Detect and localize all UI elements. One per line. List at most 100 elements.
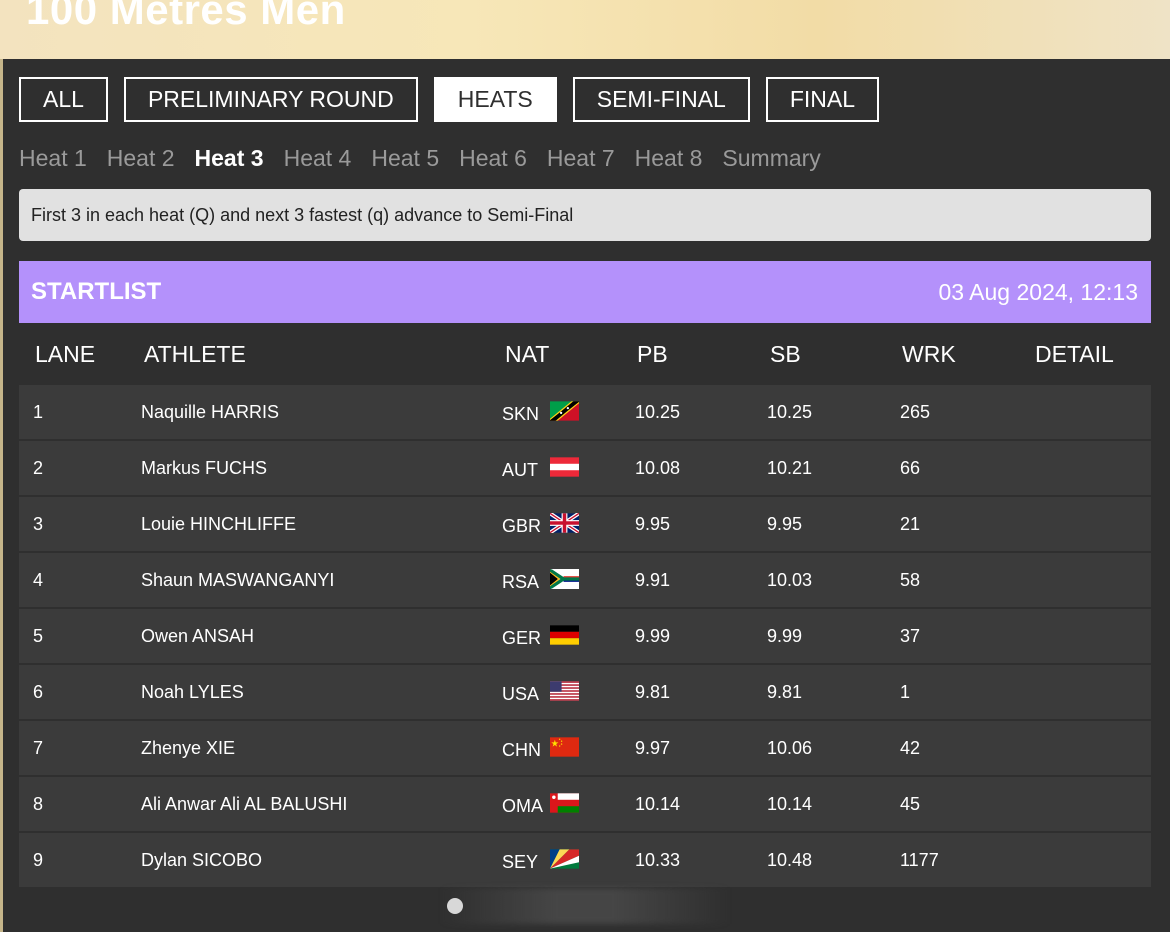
heat-tab-2[interactable]: Heat 2: [107, 141, 175, 175]
wrk-cell: 1: [900, 682, 911, 702]
sey-flag-icon: [550, 849, 579, 869]
heat-tab-summary[interactable]: Summary: [722, 141, 820, 175]
nat-code: AUT: [502, 460, 538, 480]
sb-cell: 9.81: [767, 682, 803, 702]
pb-cell: 9.81: [635, 682, 671, 702]
table-row[interactable]: 8 Ali Anwar Ali AL BALUSHI OMA 10.14 10.…: [19, 777, 1151, 831]
lane-cell: 7: [33, 738, 44, 758]
startlist-label: STARTLIST: [31, 278, 162, 305]
wrk-cell: 58: [900, 570, 921, 590]
ger-flag-icon: [550, 625, 579, 645]
wrk-cell: 265: [900, 402, 931, 422]
sb-cell: 10.21: [767, 458, 813, 478]
usa-flag-icon: [550, 681, 579, 701]
athlete-name[interactable]: Zhenye XIE: [141, 721, 235, 775]
athlete-name[interactable]: Owen ANSAH: [141, 609, 254, 663]
table-row[interactable]: 5 Owen ANSAH GER 9.99 9.99 37: [19, 609, 1151, 663]
pb-cell: 10.25: [635, 402, 681, 422]
lane-cell: 6: [33, 682, 44, 702]
tab-semi-final[interactable]: SEMI-FINAL: [572, 77, 750, 122]
nat-code: SEY: [502, 852, 539, 872]
pb-cell: 10.33: [635, 850, 681, 870]
athlete-name[interactable]: Naquille HARRIS: [141, 385, 279, 439]
column-header-detail: DETAIL: [1035, 341, 1114, 367]
page-header-banner: 100 Metres Men: [0, 0, 1170, 59]
sb-cell: 10.03: [767, 570, 813, 590]
lane-cell: 5: [33, 626, 44, 646]
nat-code: SKN: [502, 404, 540, 424]
sb-cell: 10.06: [767, 738, 813, 758]
nat-code: USA: [502, 684, 540, 704]
nat-code: CHN: [502, 740, 541, 760]
heat-tab-1[interactable]: Heat 1: [19, 141, 87, 175]
heat-tab-6[interactable]: Heat 6: [459, 141, 527, 175]
table-row[interactable]: 4 Shaun MASWANGANYI RSA 9.91 10.03 58: [19, 553, 1151, 607]
qualification-notice: First 3 in each heat (Q) and next 3 fast…: [19, 189, 1151, 241]
startlist-table: 1 Naquille HARRIS SKN 10.25 10.25 265 2 …: [19, 385, 1151, 889]
pb-cell: 9.99: [635, 626, 671, 646]
heat-tab-4[interactable]: Heat 4: [284, 141, 352, 175]
heat-tab-5[interactable]: Heat 5: [371, 141, 439, 175]
lane-cell: 1: [33, 402, 44, 422]
wrk-cell: 1177: [900, 850, 939, 870]
column-header-lane: LANE: [35, 341, 96, 367]
wrk-cell: 42: [900, 738, 921, 758]
table-row[interactable]: 1 Naquille HARRIS SKN 10.25 10.25 265: [19, 385, 1151, 439]
table-row[interactable]: 2 Markus FUCHS AUT 10.08 10.21 66: [19, 441, 1151, 495]
nat-code: GBR: [502, 516, 542, 536]
chn-flag-icon: [550, 737, 579, 757]
pb-cell: 10.08: [635, 458, 681, 478]
lane-cell: 9: [33, 850, 44, 870]
startlist-datetime: 03 Aug 2024, 12:13: [938, 278, 1138, 305]
column-header-sb: SB: [770, 341, 801, 367]
nat-code: RSA: [502, 572, 540, 592]
sb-cell: 9.95: [767, 514, 803, 534]
heat-tab-7[interactable]: Heat 7: [547, 141, 615, 175]
sb-cell: 10.25: [767, 402, 813, 422]
oma-flag-icon: [550, 793, 579, 813]
table-row[interactable]: 6 Noah LYLES USA 9.81 9.81 1: [19, 665, 1151, 719]
page-edge: [0, 59, 3, 932]
pb-cell: 9.91: [635, 570, 671, 590]
tab-all[interactable]: ALL: [19, 77, 108, 122]
athlete-name[interactable]: Louie HINCHLIFFE: [141, 497, 296, 551]
column-header-wrk: WRK: [902, 341, 956, 367]
athlete-name[interactable]: Noah LYLES: [141, 665, 244, 719]
heat-tabs: Heat 1 Heat 2 Heat 3 Heat 4 Heat 5 Heat …: [19, 141, 821, 175]
athlete-name[interactable]: Markus FUCHS: [141, 441, 267, 495]
table-row[interactable]: 3 Louie HINCHLIFFE GBR 9.95 9.95 21: [19, 497, 1151, 551]
nat-code: OMA: [502, 796, 544, 816]
pb-cell: 10.14: [635, 794, 681, 814]
aut-flag-icon: [550, 457, 579, 477]
page-title: 100 Metres Men: [26, 0, 346, 33]
rsa-flag-icon: [550, 569, 579, 589]
column-header-pb: PB: [637, 341, 668, 367]
column-header-nat: NAT: [505, 341, 550, 367]
table-row[interactable]: 7 Zhenye XIE CHN 9.97 10.06 42: [19, 721, 1151, 775]
tab-final[interactable]: FINAL: [765, 77, 879, 122]
sb-cell: 10.14: [767, 794, 813, 814]
round-tabs: ALL PRELIMINARY ROUND HEATS SEMI-FINAL F…: [19, 77, 879, 122]
startlist-header: STARTLIST 03 Aug 2024, 12:13: [19, 261, 1151, 323]
wrk-cell: 66: [900, 458, 921, 478]
pb-cell: 9.95: [635, 514, 671, 534]
loading-icon: [447, 898, 463, 914]
athlete-name[interactable]: Ali Anwar Ali AL BALUSHI: [141, 777, 347, 831]
athlete-name[interactable]: Shaun MASWANGANYI: [141, 553, 334, 607]
table-row[interactable]: 9 Dylan SICOBO SEY 10.33 10.48 1177: [19, 833, 1151, 887]
heat-tab-3[interactable]: Heat 3: [195, 141, 264, 175]
athlete-name[interactable]: Dylan SICOBO: [141, 833, 262, 887]
gbr-flag-icon: [550, 513, 579, 533]
column-header-athlete: ATHLETE: [144, 341, 246, 367]
blurred-overlay: [440, 888, 730, 924]
table-header: LANE ATHLETE NAT PB SB WRK DETAIL: [19, 323, 1151, 385]
lane-cell: 2: [33, 458, 44, 478]
sb-cell: 10.48: [767, 850, 813, 870]
heat-tab-8[interactable]: Heat 8: [635, 141, 703, 175]
skn-flag-icon: [550, 401, 579, 421]
tab-heats[interactable]: HEATS: [433, 77, 557, 122]
lane-cell: 4: [33, 570, 44, 590]
nat-code: GER: [502, 628, 542, 648]
tab-preliminary-round[interactable]: PRELIMINARY ROUND: [123, 77, 418, 122]
lane-cell: 3: [33, 514, 44, 534]
